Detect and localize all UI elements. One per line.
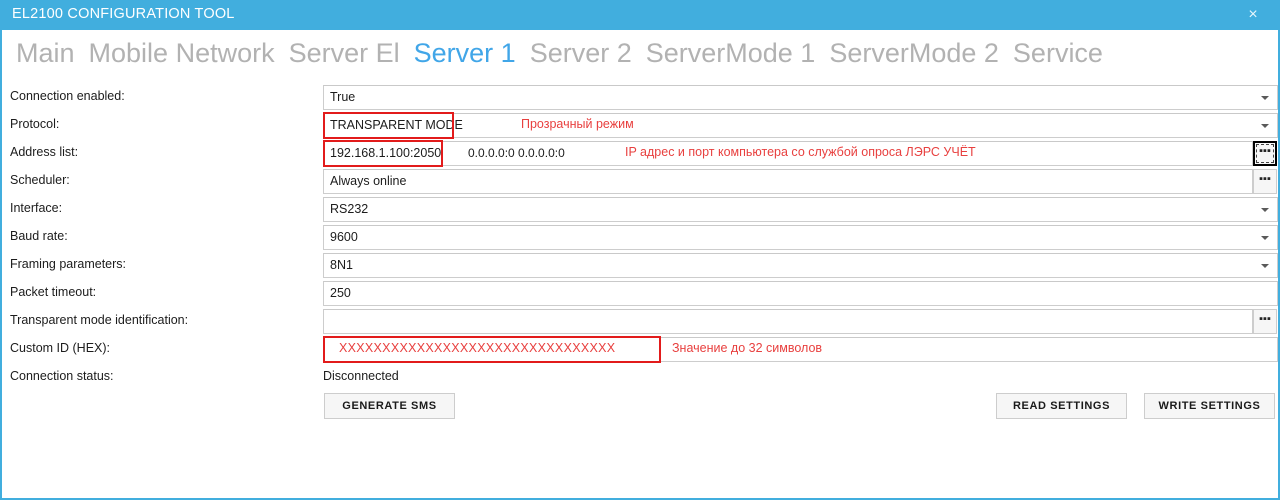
baud-rate-dropdown[interactable]: 9600 [323, 225, 1278, 250]
label-connection-enabled: Connection enabled: [10, 89, 125, 103]
address-list-annotation: IP адрес и порт компьютера со службой оп… [625, 145, 976, 159]
chevron-down-icon [1261, 208, 1269, 212]
chevron-down-icon [1261, 96, 1269, 100]
scheduler-value: Always online [330, 174, 407, 188]
chevron-down-icon [1261, 236, 1269, 240]
label-framing-parameters: Framing parameters: [10, 257, 127, 271]
form-row-connection-enabled: Connection enabled: True [2, 84, 1278, 112]
read-settings-button[interactable]: READ SETTINGS [996, 393, 1127, 419]
label-address-list: Address list: [10, 145, 79, 159]
chevron-down-icon [1261, 124, 1269, 128]
form-row-baud-rate: Baud rate: 9600 [2, 224, 1278, 252]
settings-form: Connection enabled: True Protocol: TRANS… [2, 84, 1278, 392]
address-list-value: 192.168.1.100:2050 [330, 146, 442, 160]
framing-parameters-value: 8N1 [330, 258, 353, 272]
label-scheduler: Scheduler: [10, 173, 70, 187]
protocol-annotation: Прозрачный режим [521, 117, 634, 131]
app-window: EL2100 CONFIGURATION TOOL × Main Mobile … [0, 0, 1280, 500]
tab-server-2[interactable]: Server 2 [523, 36, 639, 70]
window-title: EL2100 CONFIGURATION TOOL [12, 6, 235, 22]
form-row-framing-parameters: Framing parameters: 8N1 [2, 252, 1278, 280]
form-row-protocol: Protocol: TRANSPARENT MODE Прозрачный ре… [2, 112, 1278, 140]
interface-value: RS232 [330, 202, 369, 216]
packet-timeout-input[interactable]: 250 [323, 281, 1278, 306]
scheduler-browse-button[interactable]: ▪▪▪ [1253, 169, 1277, 194]
chevron-down-icon [1261, 264, 1269, 268]
address-list-browse-button[interactable]: ▪▪▪ [1253, 141, 1277, 166]
form-row-transparent-mode-identification: Transparent mode identification: ▪▪▪ [2, 308, 1278, 336]
custom-id-value: XXXXXXXXXXXXXXXXXXXXXXXXXXXXXXXX [339, 341, 616, 355]
protocol-dropdown[interactable]: TRANSPARENT MODE [323, 113, 1278, 138]
packet-timeout-value: 250 [330, 286, 351, 300]
ellipsis-icon: ▪▪▪ [1259, 145, 1271, 157]
baud-rate-value: 9600 [330, 230, 358, 244]
custom-id-annotation: Значение до 32 символов [672, 341, 823, 355]
label-baud-rate: Baud rate: [10, 229, 68, 243]
form-row-interface: Interface: RS232 [2, 196, 1278, 224]
label-protocol: Protocol: [10, 117, 60, 131]
label-custom-id: Custom ID (HEX): [10, 341, 111, 355]
generate-sms-button[interactable]: GENERATE SMS [324, 393, 455, 419]
label-interface: Interface: [10, 201, 63, 215]
ellipsis-icon: ▪▪▪ [1259, 313, 1271, 325]
tab-service[interactable]: Service [1006, 36, 1110, 70]
label-connection-status: Connection status: [10, 369, 114, 383]
label-transparent-mode-identification: Transparent mode identification: [10, 313, 189, 327]
connection-enabled-dropdown[interactable]: True [323, 85, 1278, 110]
ellipsis-icon: ▪▪▪ [1259, 173, 1271, 185]
framing-parameters-dropdown[interactable]: 8N1 [323, 253, 1278, 278]
tab-servermode-1[interactable]: ServerMode 1 [639, 36, 823, 70]
tab-servermode-2[interactable]: ServerMode 2 [822, 36, 1006, 70]
tab-server-el[interactable]: Server El [282, 36, 407, 70]
scheduler-field[interactable]: Always online [323, 169, 1253, 194]
write-settings-button[interactable]: WRITE SETTINGS [1144, 393, 1275, 419]
protocol-value: TRANSPARENT MODE [330, 118, 463, 132]
form-row-address-list: Address list: 192.168.1.100:2050 0.0.0.0… [2, 140, 1278, 168]
transparent-mode-identification-browse-button[interactable]: ▪▪▪ [1253, 309, 1277, 334]
form-row-packet-timeout: Packet timeout: 250 [2, 280, 1278, 308]
connection-enabled-value: True [330, 90, 356, 104]
label-packet-timeout: Packet timeout: [10, 285, 97, 299]
interface-dropdown[interactable]: RS232 [323, 197, 1278, 222]
tab-bar: Main Mobile Network Server El Server 1 S… [2, 30, 1278, 76]
tab-main[interactable]: Main [9, 36, 82, 70]
title-bar: EL2100 CONFIGURATION TOOL × [0, 0, 1280, 30]
transparent-mode-identification-field[interactable] [323, 309, 1253, 334]
address-list-secondary: 0.0.0.0:0 0.0.0.0:0 [468, 146, 565, 160]
connection-status-value: Disconnected [323, 369, 399, 383]
tab-server-1[interactable]: Server 1 [407, 36, 523, 70]
form-row-custom-id: Custom ID (HEX): XXXXXXXXXXXXXXXXXXXXXXX… [2, 336, 1278, 364]
tab-mobile-network[interactable]: Mobile Network [82, 36, 282, 70]
form-row-connection-status: Connection status: Disconnected [2, 364, 1278, 392]
form-row-scheduler: Scheduler: Always online ▪▪▪ [2, 168, 1278, 196]
close-icon[interactable]: × [1236, 0, 1270, 30]
